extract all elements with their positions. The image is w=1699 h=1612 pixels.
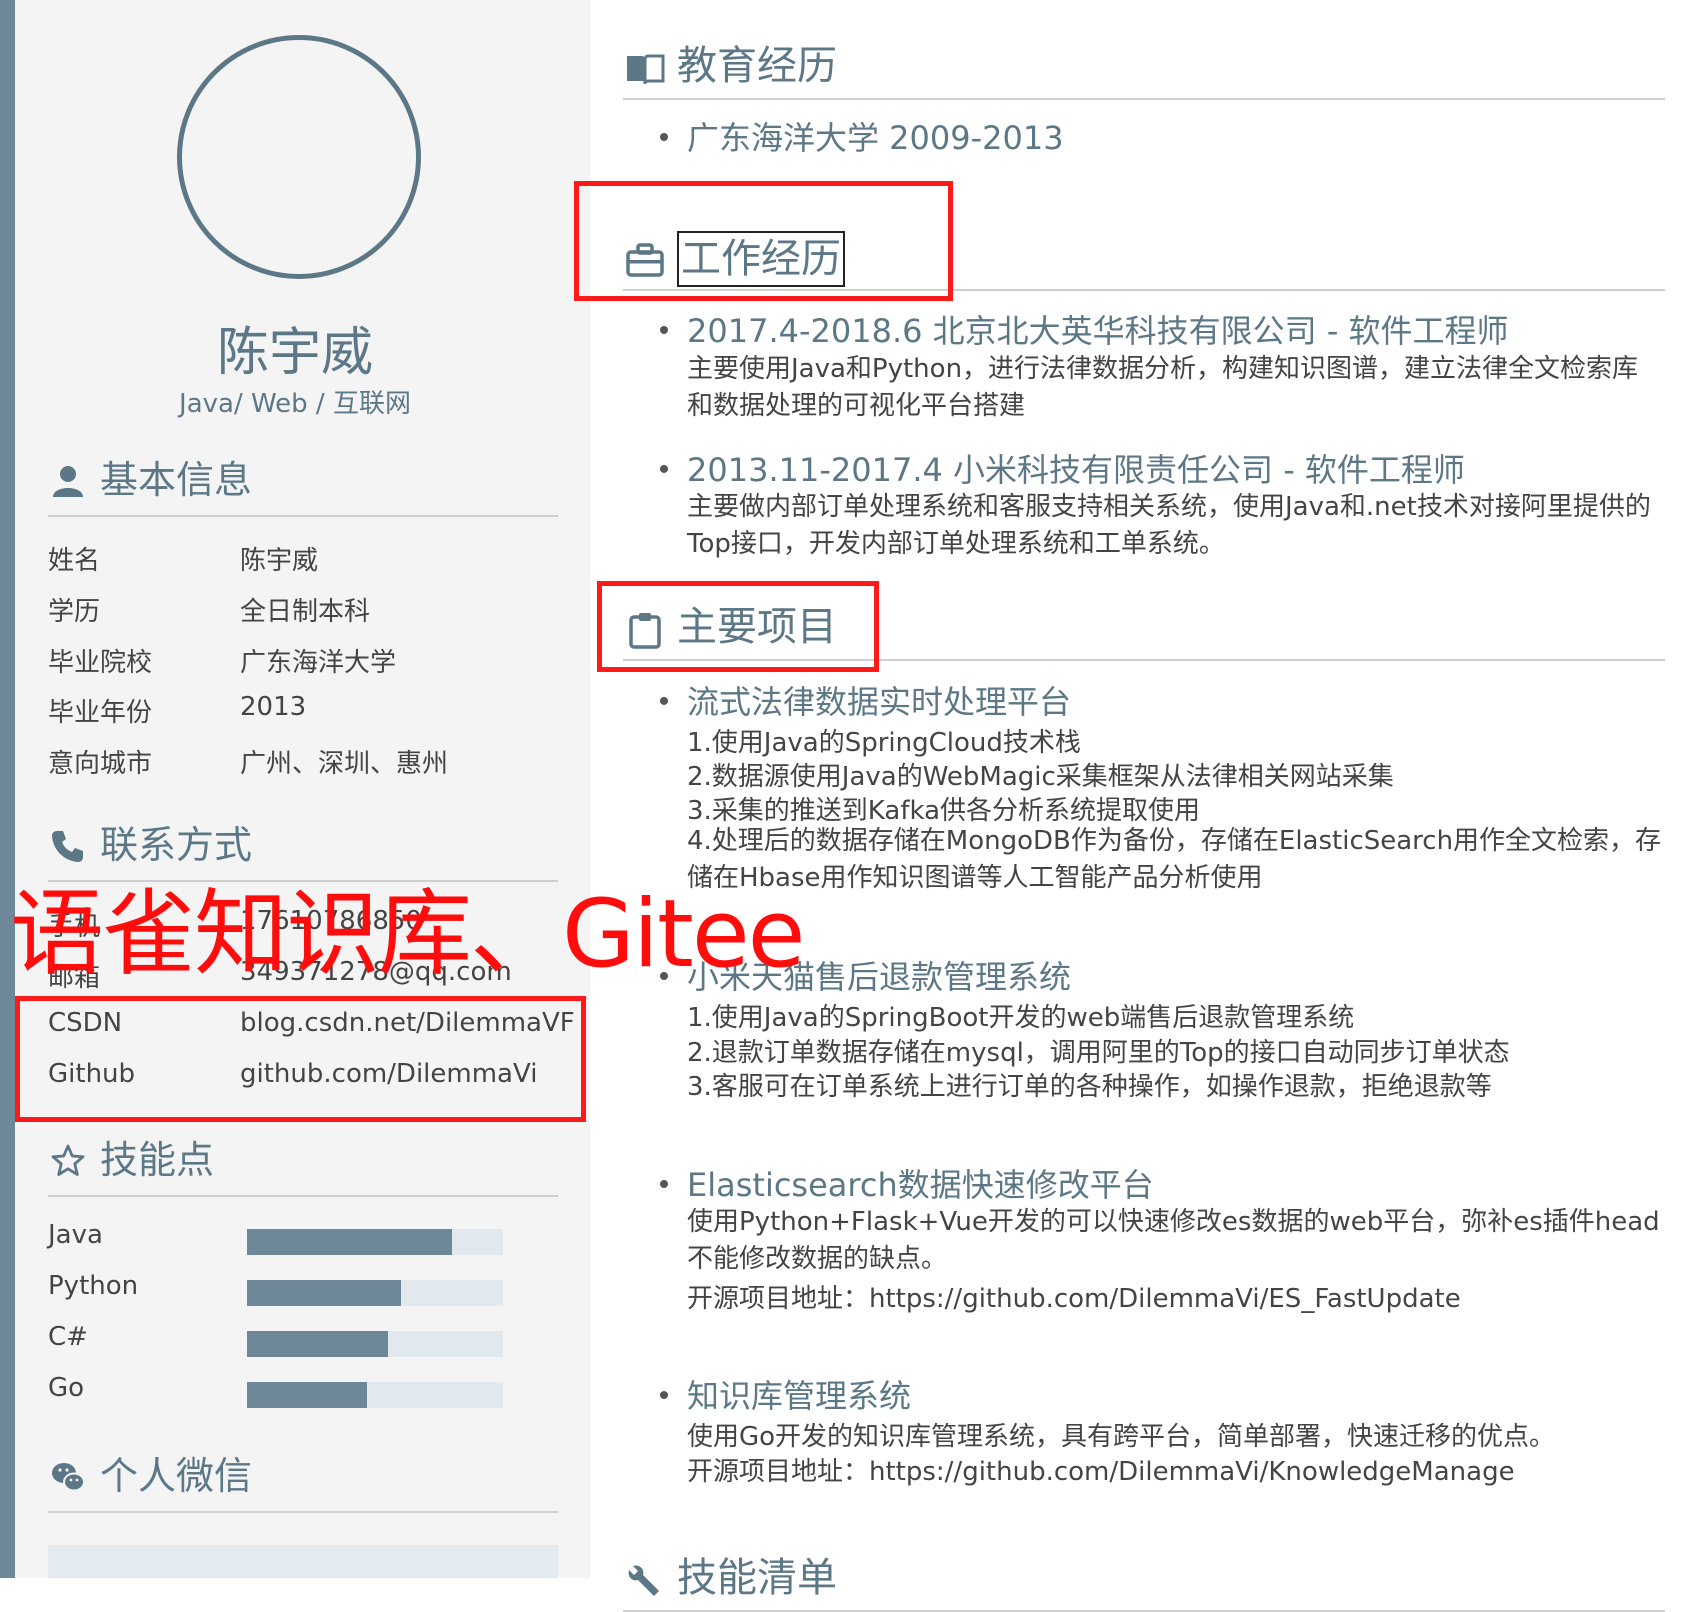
list-bullet [660,1391,668,1399]
section-title: 个人微信 [100,1454,253,1498]
list-bullet [660,465,668,473]
section-title: 基本信息 [100,458,253,502]
project-line: 2.退款订单数据存储在mysql，调用阿里的Top的接口自动同步订单状态 [687,1038,1510,1068]
section-title: 技能点 [100,1138,215,1182]
work-desc: 主要做内部订单处理系统和客服支持相关系统，使用Java和.net技术对接阿里提供… [687,492,1651,559]
project-line: 使用Go开发的知识库管理系统，具有跨平台，简单部署，快速迁移的优点。 [687,1422,1556,1452]
skill-bar [247,1280,503,1306]
list-bullet [660,326,668,334]
work-title: 2013.11-2017.4 小米科技有限责任公司 - 软件工程师 [687,451,1465,489]
info-key: 姓名 [48,546,101,576]
project-line: 1.使用Java的SpringCloud技术栈 [687,728,1081,758]
list-bullet [660,1180,668,1188]
wechat-qr-area [48,1545,558,1578]
skill-bar-fill [247,1229,452,1255]
user-icon [53,466,83,497]
skill-name: Java [48,1220,103,1250]
section-contact: 联系方式 [48,820,558,882]
project-title: Elasticsearch数据快速修改平台 [687,1166,1154,1204]
info-value: 2013 [240,692,307,722]
list-bullet [660,697,668,705]
project-line: 3.客服可在订单系统上进行订单的各种操作，如操作退款，拒绝退款等 [687,1072,1492,1102]
section-title: 技能清单 [677,1555,837,1601]
work-desc: 主要使用Java和Python，进行法律数据分析，构建知识图谱，建立法律全文检索… [687,354,1639,421]
skill-name: C# [48,1322,88,1352]
skill-bar [247,1382,503,1408]
phone-icon [52,831,83,862]
left-edge-strip [0,0,15,1578]
project-link[interactable]: 开源项目地址：https://github.com/DilemmaVi/ES_F… [687,1278,1461,1315]
section-title: 联系方式 [100,823,253,867]
project-title: 流式法律数据实时处理平台 [687,683,1072,721]
skill-bar-fill [247,1382,368,1408]
highlight-box-projects [597,581,879,672]
profile-subtitle: Java/ Web / 互联网 [179,389,411,419]
skill-name: Python [48,1271,139,1301]
skill-bar [247,1331,503,1357]
avatar [177,35,421,279]
education-item: 广东海洋大学 2009-2013 [687,119,1064,157]
section-basic-info: 基本信息 [48,455,558,517]
info-key: 意向城市 [48,749,153,779]
highlight-box-links [15,996,586,1122]
section-skills: 技能点 [48,1135,558,1197]
section-education: 教育经历 [623,36,1665,100]
project-desc: 4.处理后的数据存储在MongoDB作为备份，存储在ElasticSearch用… [687,826,1662,893]
info-value: 陈宇威 [240,546,319,576]
annotation-text: 语雀知识库、Gitee [10,880,805,989]
project-line: 2.数据源使用Java的WebMagic采集框架从法律相关网站采集 [687,762,1394,792]
work-title: 2017.4-2018.6 北京北大英华科技有限公司 - 软件工程师 [687,312,1509,350]
list-bullet [660,133,668,141]
info-key: 毕业年份 [48,698,153,728]
profile-name: 陈宇威 [216,323,373,383]
info-value: 全日制本科 [240,597,371,627]
info-key: 毕业院校 [48,648,153,678]
project-link[interactable]: 开源项目地址：https://github.com/DilemmaVi/Know… [687,1451,1515,1488]
project-line: 3.采集的推送到Kafka供各分析系统提取使用 [687,796,1201,826]
project-desc: 使用Python+Flask+Vue开发的可以快速修改es数据的web平台，弥补… [687,1207,1660,1274]
skill-bar-fill [247,1280,401,1306]
section-wechat: 个人微信 [48,1451,558,1513]
wrench-icon [628,1565,659,1596]
section-skill-list: 技能清单 [623,1548,1665,1612]
skill-bar-fill [247,1331,388,1357]
info-key: 学历 [48,597,101,627]
wechat-icon [52,1463,85,1492]
section-title: 教育经历 [677,43,837,89]
skill-bar [247,1229,503,1255]
info-value: 广州、深圳、惠州 [240,749,449,779]
skill-name: Go [48,1373,85,1403]
book-open-icon [627,54,665,85]
highlight-box-work [574,181,953,301]
project-line: 1.使用Java的SpringBoot开发的web端售后退款管理系统 [687,1003,1355,1033]
star-icon [51,1144,85,1176]
project-title: 知识库管理系统 [687,1377,912,1415]
info-value: 广东海洋大学 [240,648,397,678]
